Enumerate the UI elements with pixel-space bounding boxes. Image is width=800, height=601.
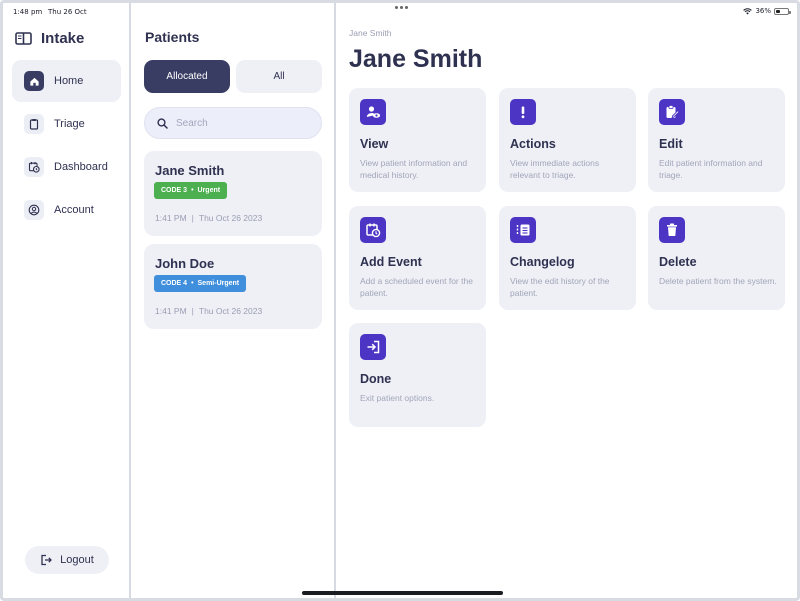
sidebar-item-dashboard[interactable]: Dashboard bbox=[12, 146, 121, 188]
meta-divider: | bbox=[191, 213, 194, 223]
breadcrumb[interactable]: Jane Smith bbox=[349, 28, 392, 38]
sidebar-item-home[interactable]: Home bbox=[12, 60, 121, 102]
patient-timestamp: 1:41 PM | Thu Oct 26 2023 bbox=[155, 213, 262, 223]
patient-name: John Doe bbox=[155, 256, 215, 271]
calendar-clock-icon bbox=[24, 157, 44, 177]
search-input[interactable] bbox=[176, 117, 316, 129]
clipboard-icon bbox=[24, 114, 44, 134]
action-title: Done bbox=[360, 372, 392, 386]
sidebar-item-account[interactable]: Account bbox=[12, 189, 121, 231]
patient-name: Jane Smith bbox=[155, 163, 225, 178]
patient-date: Thu Oct 26 2023 bbox=[198, 306, 263, 316]
changelog-card[interactable]: Changelog View the edit history of the p… bbox=[499, 206, 636, 310]
badge-separator: • bbox=[191, 280, 194, 287]
action-description: View patient information and medical his… bbox=[360, 158, 468, 180]
triage-badge: CODE 4 • Semi-Urgent bbox=[154, 275, 247, 292]
sidebar: Intake Home Triage Dashboard Account Log… bbox=[3, 3, 131, 598]
triage-code: CODE 3 bbox=[161, 187, 188, 194]
user-eye-icon bbox=[360, 99, 386, 125]
filter-allocated-tab[interactable]: Allocated bbox=[144, 60, 230, 93]
logout-icon bbox=[41, 554, 53, 566]
done-card[interactable]: Done Exit patient options. bbox=[349, 323, 486, 427]
patient-timestamp: 1:41 PM | Thu Oct 26 2023 bbox=[155, 306, 262, 316]
logout-label: Logout bbox=[60, 554, 94, 566]
triage-code: CODE 4 bbox=[161, 280, 188, 287]
view-card[interactable]: View View patient information and medica… bbox=[349, 88, 486, 192]
action-description: Exit patient options. bbox=[360, 393, 435, 403]
action-title: Delete bbox=[659, 255, 697, 269]
patient-time: 1:41 PM bbox=[155, 213, 187, 223]
patient-detail-panel: Jane Smith Jane Smith View View patient … bbox=[338, 3, 797, 598]
exit-icon bbox=[360, 334, 386, 360]
logout-button[interactable]: Logout bbox=[25, 546, 109, 574]
app-title: Intake bbox=[41, 30, 85, 47]
badge-separator: • bbox=[191, 187, 194, 194]
patients-panel: Patients Allocated All Jane Smith CODE 3… bbox=[133, 3, 336, 598]
triage-level: Semi-Urgent bbox=[197, 280, 240, 287]
filter-all-tab[interactable]: All bbox=[236, 60, 322, 93]
action-title: Changelog bbox=[510, 255, 575, 269]
exclamation-icon bbox=[510, 99, 536, 125]
action-title: Add Event bbox=[360, 255, 422, 269]
clipboard-edit-icon bbox=[659, 99, 685, 125]
sidebar-item-label: Triage bbox=[54, 118, 85, 130]
action-title: Edit bbox=[659, 137, 683, 151]
search-icon bbox=[157, 117, 168, 129]
home-icon bbox=[24, 71, 44, 91]
list-icon bbox=[510, 217, 536, 243]
triage-badge: CODE 3 • Urgent bbox=[154, 182, 228, 199]
actions-card[interactable]: Actions View immediate actions relevant … bbox=[499, 88, 636, 192]
delete-card[interactable]: Delete Delete patient from the system. bbox=[648, 206, 785, 310]
action-description: View immediate actions relevant to triag… bbox=[510, 158, 600, 180]
action-description: View the edit history of the patient. bbox=[510, 276, 610, 298]
meta-divider: | bbox=[191, 306, 194, 316]
triage-level: Urgent bbox=[197, 187, 221, 194]
action-description: Edit patient information and triage. bbox=[659, 158, 763, 180]
action-title: Actions bbox=[510, 137, 556, 151]
action-description: Add a scheduled event for the patient. bbox=[360, 276, 473, 298]
user-circle-icon bbox=[24, 200, 44, 220]
patient-time: 1:41 PM bbox=[155, 306, 187, 316]
edit-card[interactable]: Edit Edit patient information and triage… bbox=[648, 88, 785, 192]
add-event-card[interactable]: Add Event Add a scheduled event for the … bbox=[349, 206, 486, 310]
tablet-screen: 1:48 pm Thu 26 Oct 36% Intake Home Triag… bbox=[0, 0, 800, 601]
home-indicator[interactable] bbox=[302, 591, 503, 595]
patient-card-jane-smith[interactable]: Jane Smith CODE 3 • Urgent 1:41 PM | Thu… bbox=[144, 151, 322, 236]
sidebar-item-label: Account bbox=[54, 204, 94, 216]
calendar-clock-icon bbox=[360, 217, 386, 243]
patient-date: Thu Oct 26 2023 bbox=[198, 213, 263, 223]
sidebar-item-triage[interactable]: Triage bbox=[12, 103, 121, 145]
action-description: Delete patient from the system. bbox=[659, 276, 777, 286]
sidebar-toggle-icon[interactable] bbox=[15, 32, 32, 45]
trash-icon bbox=[659, 217, 685, 243]
patient-card-john-doe[interactable]: John Doe CODE 4 • Semi-Urgent 1:41 PM | … bbox=[144, 244, 322, 329]
search-bar[interactable] bbox=[144, 107, 322, 139]
patients-title: Patients bbox=[145, 29, 200, 45]
action-title: View bbox=[360, 137, 389, 151]
sidebar-item-label: Home bbox=[54, 75, 84, 87]
brand: Intake bbox=[15, 30, 84, 47]
sidebar-item-label: Dashboard bbox=[54, 161, 108, 173]
page-title: Jane Smith bbox=[349, 45, 483, 73]
